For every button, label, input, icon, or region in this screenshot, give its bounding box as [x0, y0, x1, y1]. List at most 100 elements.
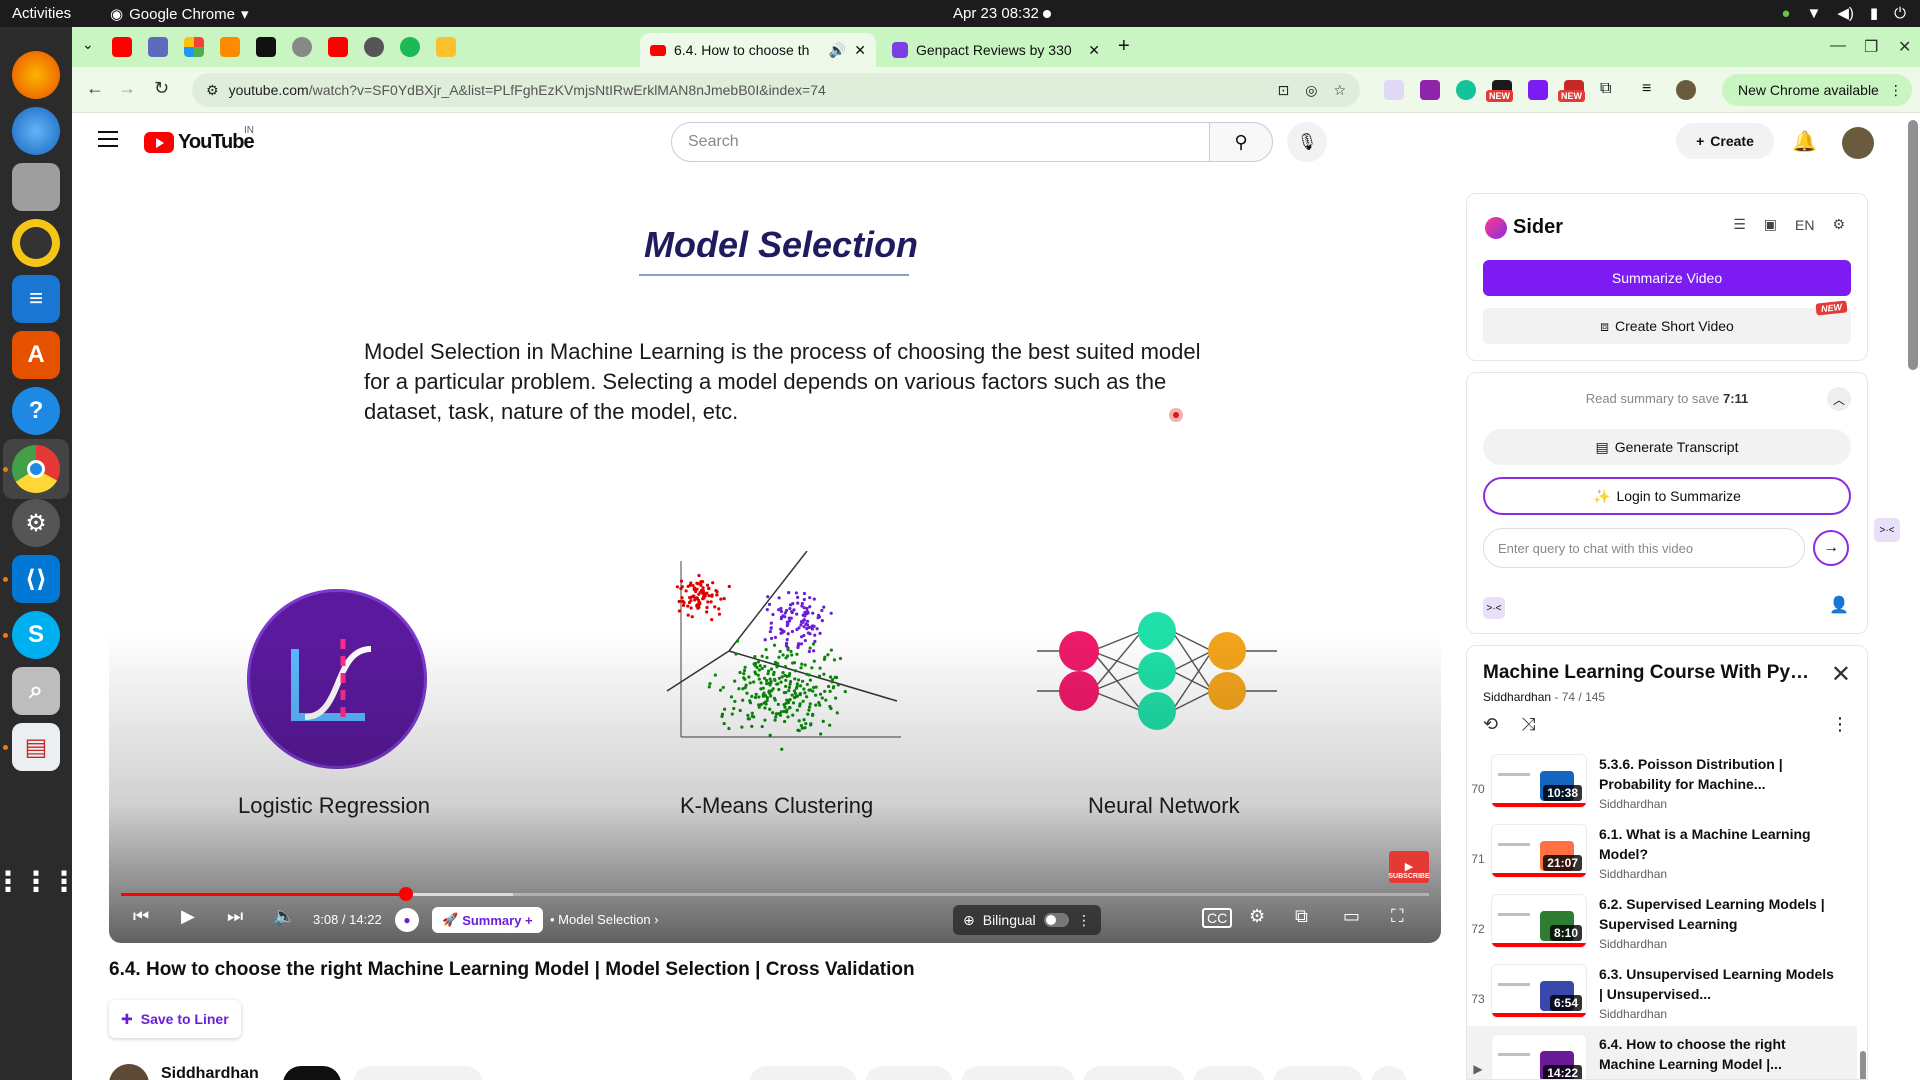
document-scanner-icon[interactable]: ▤ [12, 723, 60, 771]
video-thumbnail[interactable]: 8:10 [1491, 894, 1587, 948]
grammarly-ext-icon[interactable] [1456, 80, 1476, 100]
create-short-video-button[interactable]: ⧈ Create Short Video [1483, 308, 1851, 344]
liner-ext-icon[interactable] [1528, 80, 1548, 100]
loop-icon[interactable]: ⟲ [1483, 714, 1498, 735]
writer-icon[interactable]: ≡ [12, 275, 60, 323]
clip-button[interactable] [1193, 1066, 1265, 1080]
summarize-video-button[interactable]: Summarize Video [1483, 260, 1851, 296]
settings-icon[interactable]: ⚙ [12, 499, 60, 547]
captions-icon[interactable]: CC [1202, 908, 1233, 928]
close-icon[interactable]: ✕ [1831, 660, 1851, 689]
playlist-item-title[interactable]: 6.1. What is a Machine Learning Model? [1599, 824, 1839, 864]
video-thumbnail[interactable]: 6:54 [1491, 964, 1587, 1018]
playlist-scrollbar[interactable] [1859, 746, 1867, 1079]
star-icon[interactable]: ☆ [1333, 82, 1346, 99]
thanks-button[interactable] [1083, 1066, 1185, 1080]
tab-glasses-icon[interactable] [436, 37, 456, 57]
login-to-summarize-button[interactable]: ✨ Login to Summarize [1483, 477, 1851, 515]
chat-query-input[interactable]: Enter query to chat with this video [1483, 528, 1805, 568]
restore-icon[interactable]: ❐ [1864, 37, 1878, 57]
activities-button[interactable]: Activities [12, 5, 71, 22]
sider-float-icon[interactable]: >·< [1874, 518, 1900, 542]
tab-genpact[interactable]: Genpact Reviews by 330 ✕ [882, 33, 1110, 67]
tab-spotify-icon[interactable] [400, 37, 420, 57]
miniplayer-icon[interactable]: ⧉ [1295, 906, 1308, 927]
playlist-title[interactable]: Machine Learning Course With Pyth... [1483, 662, 1813, 684]
playlist-item[interactable]: ▶ 14:22 6.4. How to choose the right Machi… [1467, 1026, 1857, 1079]
tab-microsoft-icon[interactable] [184, 37, 204, 57]
language-button[interactable]: EN [1795, 217, 1814, 233]
firefox-icon[interactable] [12, 51, 60, 99]
tab-openai-icon[interactable] [364, 37, 384, 57]
extensions-puzzle-icon[interactable]: ⧉ [1600, 80, 1620, 100]
join-button[interactable] [283, 1066, 341, 1080]
image-viewer-icon[interactable]: ⌕ [12, 667, 60, 715]
files-icon[interactable] [12, 163, 60, 211]
reload-icon[interactable]: ↻ [154, 78, 169, 99]
progress-bar[interactable] [121, 887, 1429, 901]
video-thumbnail[interactable]: 21:07 [1491, 824, 1587, 878]
next-icon[interactable]: ⏭ [227, 906, 243, 927]
like-dislike-button[interactable] [749, 1066, 857, 1080]
bell-icon[interactable]: 🔔 [1792, 129, 1817, 154]
profile-avatar[interactable] [1676, 80, 1696, 100]
playlist-item[interactable]: 70 10:38 5.3.6. Poisson Distribution | Pro… [1467, 746, 1857, 816]
chevron-up-icon[interactable]: ︿ [1827, 387, 1851, 411]
close-window-icon[interactable]: ✕ [1898, 37, 1911, 57]
sider-ext-icon[interactable] [1384, 80, 1404, 100]
tab-globe-icon[interactable] [292, 37, 312, 57]
subscribe-watermark[interactable]: ▶ SUBSCRIBE [1388, 851, 1430, 883]
close-tab-icon[interactable]: ✕ [854, 42, 866, 59]
person-icon[interactable]: 👤 [1829, 595, 1849, 615]
page-scrollbar[interactable] [1908, 120, 1918, 370]
tab-docs-icon[interactable] [148, 37, 168, 57]
menu-icon[interactable] [98, 131, 118, 152]
video-thumbnail[interactable]: 14:22 [1491, 1034, 1587, 1079]
subscribed-button[interactable] [353, 1066, 483, 1080]
previous-icon[interactable]: ⏮ [133, 906, 149, 927]
shuffle-icon[interactable]: ⤨ [1521, 714, 1535, 735]
media-controls-icon[interactable]: ≡ [1642, 80, 1662, 100]
send-arrow-icon[interactable]: → [1813, 530, 1849, 566]
playlist-owner[interactable]: Siddhardhan [1483, 690, 1551, 704]
back-icon[interactable]: ← [86, 78, 104, 99]
tab-search-icon[interactable]: ⌄ [82, 36, 94, 53]
save-to-liner-button[interactable]: ✚ Save to Liner [109, 1000, 241, 1038]
scrollbar-thumb[interactable] [1860, 1051, 1866, 1079]
system-tray[interactable]: ● ▼ ◀) ▮ ⏻ [1781, 4, 1906, 23]
download-button[interactable] [961, 1066, 1075, 1080]
chapter-title[interactable]: • Model Selection › [550, 912, 659, 927]
generate-transcript-button[interactable]: ▤ Generate Transcript [1483, 429, 1851, 465]
omnibox[interactable]: ⚙ youtube.com/watch?v=SF0YdBXjr_A&list=P… [192, 73, 1360, 107]
toggle-switch[interactable] [1043, 913, 1069, 927]
speaker-icon[interactable]: 🔊 [829, 42, 846, 59]
tab-active[interactable]: 6.4. How to choose th 🔊 ✕ [640, 33, 876, 67]
playlist-item-title[interactable]: 6.3. Unsupervised Learning Models | Unsu… [1599, 964, 1839, 1004]
help-icon[interactable]: ? [12, 387, 60, 435]
video-player[interactable]: Model Selection Model Selection in Machi… [109, 171, 1441, 943]
more-vert-icon[interactable]: ⋮ [1077, 912, 1091, 929]
voice-search-button[interactable]: 🎙 [1287, 122, 1327, 162]
playlist-item-title[interactable]: 5.3.6. Poisson Distribution | Probabilit… [1599, 754, 1839, 794]
playlist-item[interactable]: 71 21:07 6.1. What is a Machine Learning M… [1467, 816, 1857, 886]
channel-name[interactable]: Siddhardhan [161, 1065, 259, 1080]
new-chrome-button[interactable]: New Chrome available ⋮ [1722, 74, 1912, 106]
video-thumbnail[interactable]: 10:38 [1491, 754, 1587, 808]
app-menu[interactable]: ◉ Google Chrome ▾ [110, 5, 249, 24]
tab-aws-icon[interactable] [256, 37, 276, 57]
skype-icon[interactable]: S [12, 611, 60, 659]
summary-button[interactable]: 🚀 Summary + [432, 907, 543, 933]
minimize-icon[interactable]: — [1830, 37, 1846, 55]
play-icon[interactable]: ▶ [181, 906, 195, 927]
playlist-item-title[interactable]: 6.4. How to choose the right Machine Lea… [1599, 1034, 1839, 1074]
site-info-icon[interactable]: ⚙ [206, 82, 219, 99]
list-icon[interactable]: ☰ [1733, 216, 1746, 233]
fullscreen-icon[interactable]: ⛶ [1391, 906, 1404, 927]
playlist-item[interactable]: 73 6:54 6.3. Unsupervised Learning Models … [1467, 956, 1857, 1026]
location-pin-icon[interactable]: ● [395, 908, 419, 932]
subtitles-icon[interactable]: ▣ [1764, 216, 1777, 233]
share-button[interactable] [865, 1066, 953, 1080]
volume-icon[interactable]: 🔈 [273, 906, 295, 927]
chrome-dock-icon[interactable] [12, 445, 60, 493]
sider-mini-icon[interactable]: >·< [1483, 597, 1505, 619]
